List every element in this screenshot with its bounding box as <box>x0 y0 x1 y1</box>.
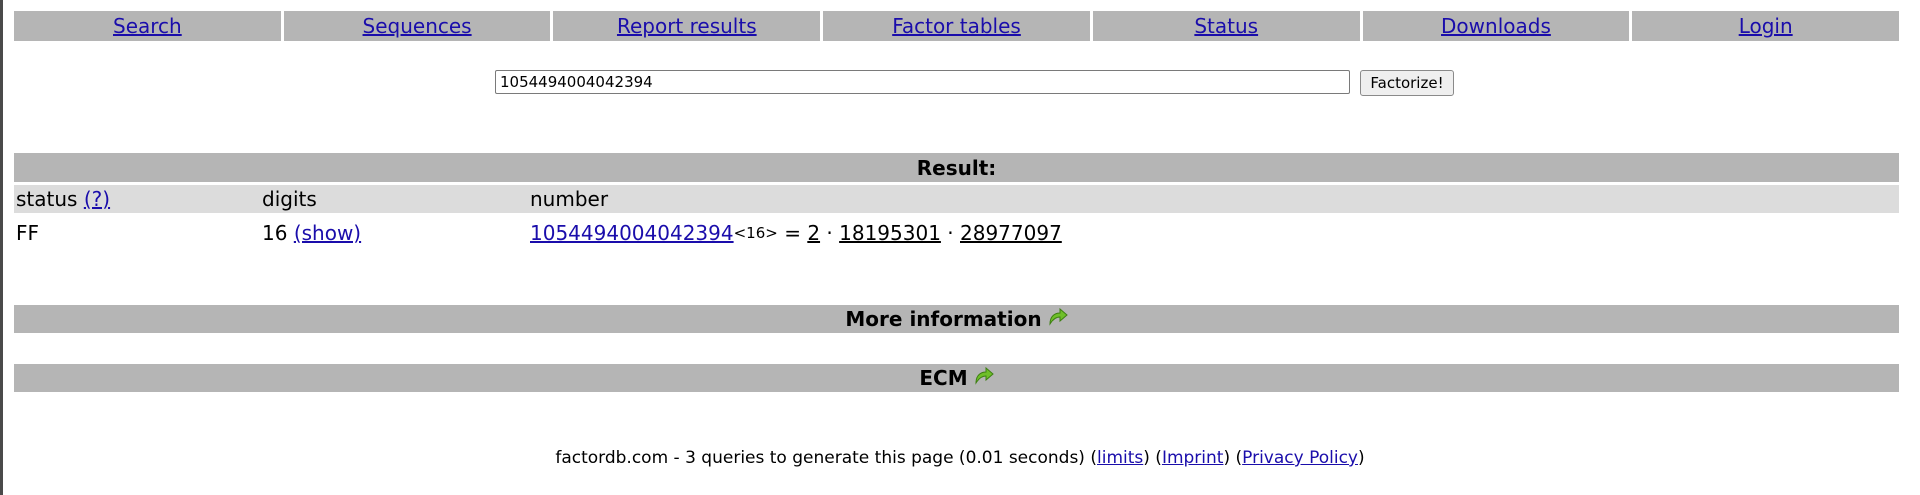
more-information-bar[interactable]: More information <box>14 305 1899 333</box>
nav-link-downloads[interactable]: Downloads <box>1441 14 1551 38</box>
factor-link-3[interactable]: 28977097 <box>960 221 1062 245</box>
factor-separator-1: · <box>826 221 833 245</box>
nav-item-search: Search <box>14 11 281 41</box>
nav-item-status: Status <box>1092 11 1360 41</box>
main-nav: Search Sequences Report results Factor t… <box>14 11 1900 41</box>
number-input[interactable] <box>495 70 1350 94</box>
show-digits-link[interactable]: (show) <box>294 221 361 245</box>
nav-link-factor-tables[interactable]: Factor tables <box>892 14 1021 38</box>
digits-column-header: digits <box>262 185 317 213</box>
number-header-label: number <box>530 187 609 211</box>
page: Search Sequences Report results Factor t… <box>0 0 1920 495</box>
factorize-button[interactable]: Factorize! <box>1360 70 1454 96</box>
status-header-label: status <box>16 187 78 211</box>
nav-item-report-results: Report results <box>553 11 821 41</box>
nav-item-downloads: Downloads <box>1362 11 1630 41</box>
nav-item-factor-tables: Factor tables <box>823 11 1090 41</box>
number-cell: 1054494004042394 <16> = 2 · 18195301 · 28… <box>530 218 1062 248</box>
green-arrow-icon <box>1048 307 1068 331</box>
number-link[interactable]: 1054494004042394 <box>530 221 734 245</box>
factor-separator-2: · <box>947 221 954 245</box>
result-title: Result: <box>916 155 997 180</box>
number-column-header: number <box>530 185 608 213</box>
status-help-link[interactable]: (?) <box>84 187 110 211</box>
result-table-header: status (?) digits number <box>14 185 1899 213</box>
green-arrow-icon <box>974 366 994 390</box>
digits-value: 16 <box>262 221 288 245</box>
ecm-title: ECM <box>919 366 968 390</box>
privacy-policy-link[interactable]: Privacy Policy <box>1242 448 1358 468</box>
imprint-link[interactable]: Imprint <box>1162 448 1224 468</box>
equals-sign: = <box>784 221 801 245</box>
nav-link-login[interactable]: Login <box>1739 14 1793 38</box>
factor-link-1[interactable]: 2 <box>807 221 820 245</box>
status-value: FF <box>16 221 40 245</box>
digits-cell: 16 (show) <box>262 218 361 248</box>
nav-link-report-results[interactable]: Report results <box>617 14 757 38</box>
status-cell: FF <box>16 218 39 248</box>
nav-link-search[interactable]: Search <box>113 14 182 38</box>
footer: factordb.com - 3 queries to generate thi… <box>555 448 1365 468</box>
digit-count-subscript: <16> <box>733 224 778 242</box>
search-form: Factorize! <box>0 70 1920 98</box>
limits-link[interactable]: limits <box>1097 448 1143 468</box>
factor-link-2[interactable]: 18195301 <box>839 221 941 245</box>
status-column-header: status (?) <box>16 185 110 213</box>
nav-item-sequences: Sequences <box>283 11 551 41</box>
footer-text: factordb.com - 3 queries to generate thi… <box>555 448 1085 468</box>
nav-item-login: Login <box>1632 11 1900 41</box>
table-row: FF 16 (show) 1054494004042394 <16> = 2 · … <box>14 218 1899 248</box>
result-header-bar: Result: <box>14 153 1899 182</box>
ecm-bar[interactable]: ECM <box>14 364 1899 392</box>
digits-header-label: digits <box>262 187 317 211</box>
nav-link-sequences[interactable]: Sequences <box>363 14 472 38</box>
nav-link-status[interactable]: Status <box>1194 14 1258 38</box>
more-information-title: More information <box>845 307 1042 331</box>
